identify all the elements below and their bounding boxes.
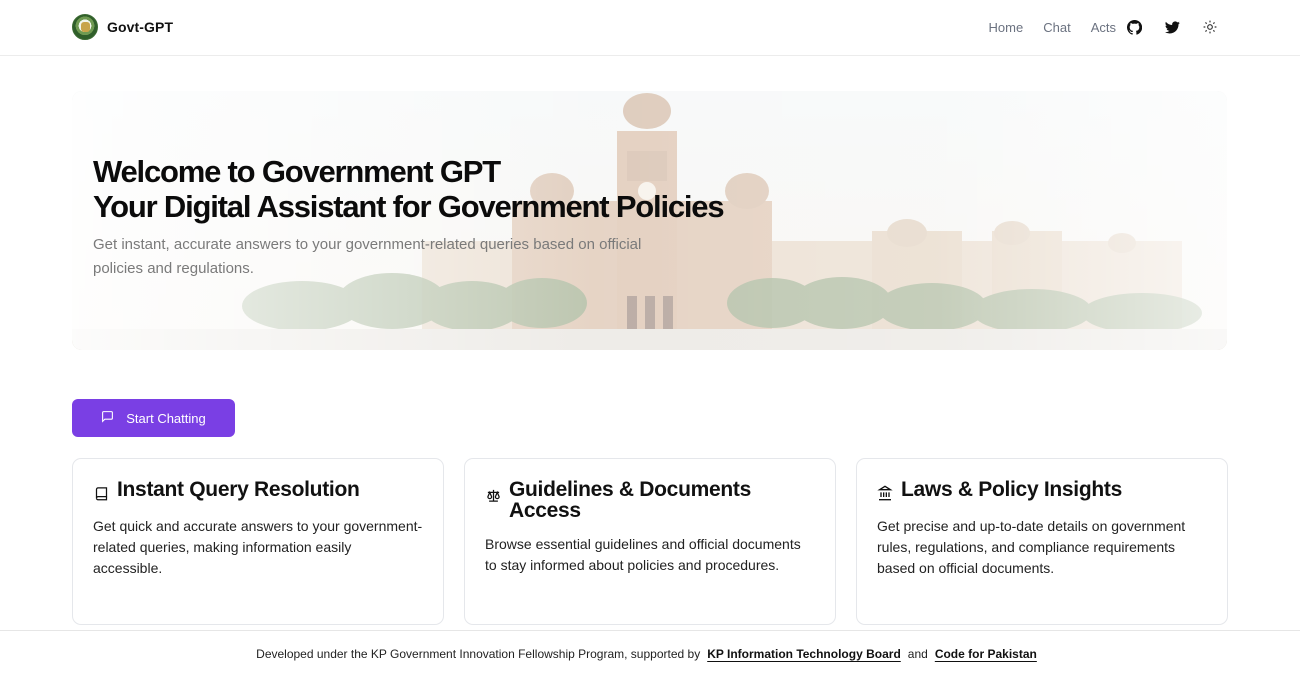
emblem-logo bbox=[72, 14, 98, 40]
hero-title: Welcome to Government GPT Your Digital A… bbox=[93, 154, 725, 224]
nav-home[interactable]: Home bbox=[989, 20, 1024, 35]
hero-title-line1: Welcome to Government GPT bbox=[93, 154, 501, 189]
twitter-icon[interactable] bbox=[1164, 19, 1180, 35]
landmark-icon bbox=[877, 483, 893, 503]
nav-links: Home Chat Acts bbox=[989, 19, 1218, 35]
card-title: Guidelines & Documents Access bbox=[509, 478, 751, 522]
feature-card-guidelines: Guidelines & Documents Access Browse ess… bbox=[464, 458, 836, 625]
scale-icon bbox=[485, 485, 501, 505]
nav-chat[interactable]: Chat bbox=[1043, 20, 1070, 35]
start-chatting-label: Start Chatting bbox=[126, 410, 206, 426]
card-title: Laws & Policy Insights bbox=[901, 478, 1122, 501]
footer-conj: and bbox=[907, 646, 928, 661]
card-text: Get quick and accurate answers to your g… bbox=[93, 518, 423, 576]
top-nav: Govt-GPT Home Chat Acts bbox=[0, 0, 1300, 56]
feature-card-laws: Laws & Policy Insights Get precise and u… bbox=[856, 458, 1228, 625]
start-chatting-button[interactable]: Start Chatting bbox=[72, 399, 235, 437]
hero-subtitle: Get instant, accurate answers to your go… bbox=[93, 236, 642, 277]
sun-icon[interactable] bbox=[1202, 19, 1218, 35]
feature-card-instant-query: Instant Query Resolution Get quick and a… bbox=[72, 458, 444, 625]
brand-name: Govt-GPT bbox=[107, 19, 174, 35]
card-title: Instant Query Resolution bbox=[117, 478, 360, 501]
code-for-pakistan-link[interactable]: Code for Pakistan bbox=[935, 647, 1037, 661]
footer: Developed under the KP Government Innova… bbox=[0, 630, 1300, 676]
brand[interactable]: Govt-GPT bbox=[72, 14, 173, 40]
hero-banner: Welcome to Government GPT Your Digital A… bbox=[72, 91, 1227, 350]
card-text: Get precise and up-to-date details on go… bbox=[877, 518, 1186, 576]
footer-text: Developed under the KP Government Innova… bbox=[256, 646, 701, 661]
hero-title-line2: Your Digital Assistant for Government Po… bbox=[93, 189, 725, 224]
card-text: Browse essential guidelines and official… bbox=[485, 536, 801, 573]
nav-acts[interactable]: Acts bbox=[1091, 20, 1116, 35]
github-icon[interactable] bbox=[1126, 19, 1142, 35]
book-icon bbox=[93, 483, 109, 503]
kp-itb-link[interactable]: KP Information Technology Board bbox=[707, 647, 901, 661]
message-icon bbox=[101, 410, 114, 426]
hero-text: Welcome to Government GPT Your Digital A… bbox=[93, 154, 725, 281]
